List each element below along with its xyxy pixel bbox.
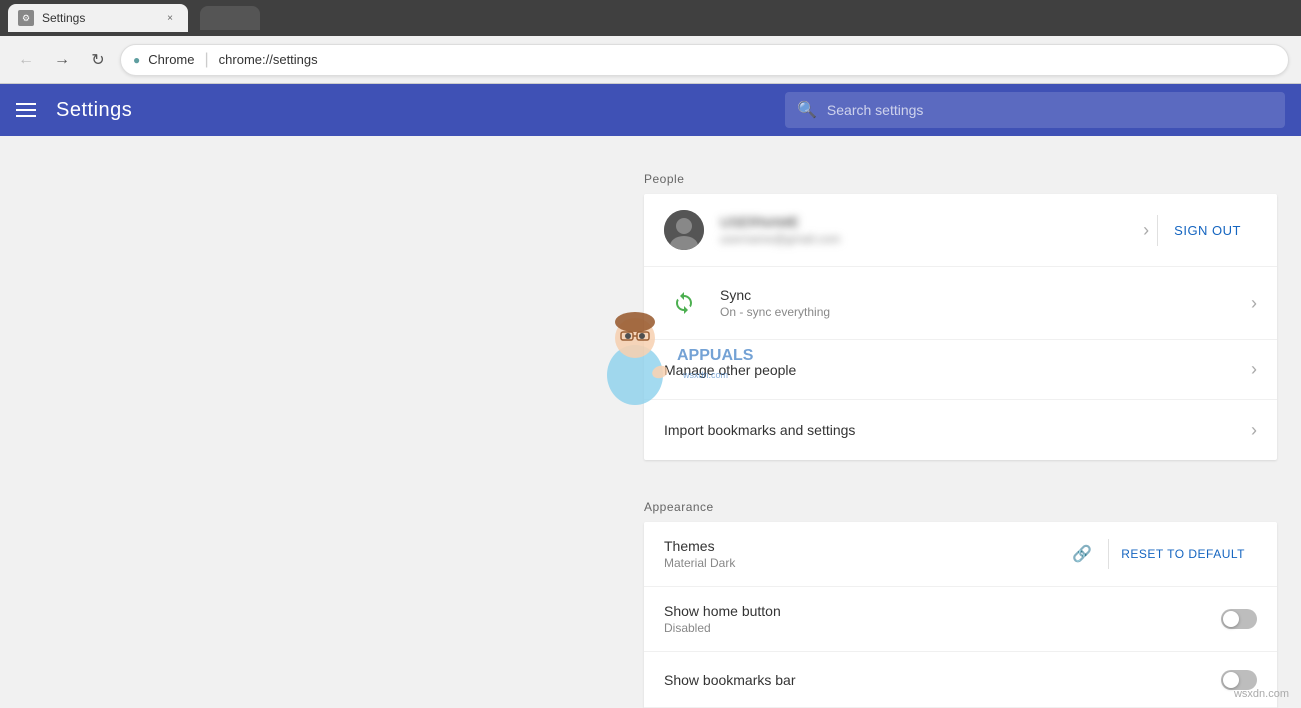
- sync-icon: [664, 283, 704, 323]
- show-home-toggle[interactable]: [1221, 609, 1257, 629]
- themes-info: Themes Material Dark: [664, 538, 1072, 570]
- import-info: Import bookmarks and settings: [664, 422, 1243, 438]
- settings-left-spacer: [0, 136, 620, 708]
- import-chevron-icon: ›: [1251, 420, 1257, 441]
- show-home-label: Show home button: [664, 603, 1221, 619]
- show-home-subtitle: Disabled: [664, 621, 1221, 635]
- settings-content: People USERNAME user: [620, 136, 1301, 708]
- address-url: chrome://settings: [219, 52, 318, 67]
- show-bookmarks-toggle[interactable]: [1221, 670, 1257, 690]
- page-content: Settings 🔍 People: [0, 84, 1301, 708]
- browser-frame: ⚙ Settings × ← → ↻ ● Chrome | chrome://s…: [0, 0, 1301, 708]
- user-chevron-icon: ›: [1143, 220, 1149, 241]
- show-home-info: Show home button Disabled: [664, 603, 1221, 635]
- themes-label: Themes: [664, 538, 1072, 554]
- search-input[interactable]: [827, 102, 1273, 118]
- import-row[interactable]: Import bookmarks and settings ›: [644, 400, 1277, 460]
- wsxdn-watermark: wsxdn.com: [1234, 688, 1289, 700]
- external-link-icon[interactable]: 🔗: [1072, 544, 1092, 564]
- sync-chevron-icon: ›: [1251, 293, 1257, 314]
- sync-label: Sync: [720, 287, 1243, 303]
- manage-people-row[interactable]: Manage other people ›: [644, 340, 1277, 400]
- search-icon: 🔍: [797, 100, 817, 120]
- import-label: Import bookmarks and settings: [664, 422, 1243, 438]
- browser-toolbar: ← → ↻ ● Chrome | chrome://settings: [0, 36, 1301, 84]
- themes-row: Themes Material Dark 🔗 RESET TO DEFAULT: [644, 522, 1277, 587]
- address-brand: Chrome: [148, 52, 194, 67]
- sync-row[interactable]: Sync On - sync everything ›: [644, 267, 1277, 340]
- settings-header: Settings 🔍: [0, 84, 1301, 136]
- address-bar[interactable]: ● Chrome | chrome://settings: [120, 44, 1289, 76]
- settings-page-title: Settings: [56, 99, 132, 122]
- active-tab[interactable]: ⚙ Settings ×: [8, 4, 188, 32]
- appearance-section-label: Appearance: [644, 484, 1277, 522]
- user-name: USERNAME: [720, 214, 1135, 230]
- show-home-button-row: Show home button Disabled: [644, 587, 1277, 652]
- themes-subtitle: Material Dark: [664, 556, 1072, 570]
- sync-info: Sync On - sync everything: [720, 287, 1243, 319]
- manage-people-label: Manage other people: [664, 362, 1243, 378]
- show-bookmarks-row: Show bookmarks bar: [644, 652, 1277, 708]
- user-profile-row[interactable]: USERNAME username@gmail.com › SIGN OUT: [644, 194, 1277, 267]
- manage-people-chevron-icon: ›: [1251, 359, 1257, 380]
- people-section-label: People: [644, 156, 1277, 194]
- settings-main: People USERNAME user: [0, 136, 1301, 708]
- sign-out-button[interactable]: SIGN OUT: [1157, 215, 1257, 246]
- back-button[interactable]: ←: [12, 46, 40, 74]
- manage-people-info: Manage other people: [664, 362, 1243, 378]
- user-email: username@gmail.com: [720, 232, 1135, 246]
- refresh-button[interactable]: ↻: [84, 46, 112, 74]
- inactive-tab[interactable]: [200, 6, 260, 30]
- address-separator: |: [205, 51, 209, 69]
- tab-title: Settings: [42, 11, 85, 25]
- tab-close-button[interactable]: ×: [162, 10, 178, 26]
- reset-to-default-button[interactable]: RESET TO DEFAULT: [1108, 539, 1257, 569]
- menu-button[interactable]: [16, 103, 36, 117]
- people-card: USERNAME username@gmail.com › SIGN OUT: [644, 194, 1277, 460]
- forward-button[interactable]: →: [48, 46, 76, 74]
- search-bar[interactable]: 🔍: [785, 92, 1285, 128]
- user-avatar: [664, 210, 704, 250]
- show-bookmarks-label: Show bookmarks bar: [664, 672, 1221, 688]
- tab-favicon: ⚙: [18, 10, 34, 26]
- title-bar: ⚙ Settings ×: [0, 0, 1301, 36]
- show-bookmarks-info: Show bookmarks bar: [664, 672, 1221, 688]
- appearance-card: Themes Material Dark 🔗 RESET TO DEFAULT …: [644, 522, 1277, 708]
- sync-subtitle: On - sync everything: [720, 305, 1243, 319]
- user-info: USERNAME username@gmail.com: [720, 214, 1135, 246]
- lock-icon: ●: [133, 53, 140, 67]
